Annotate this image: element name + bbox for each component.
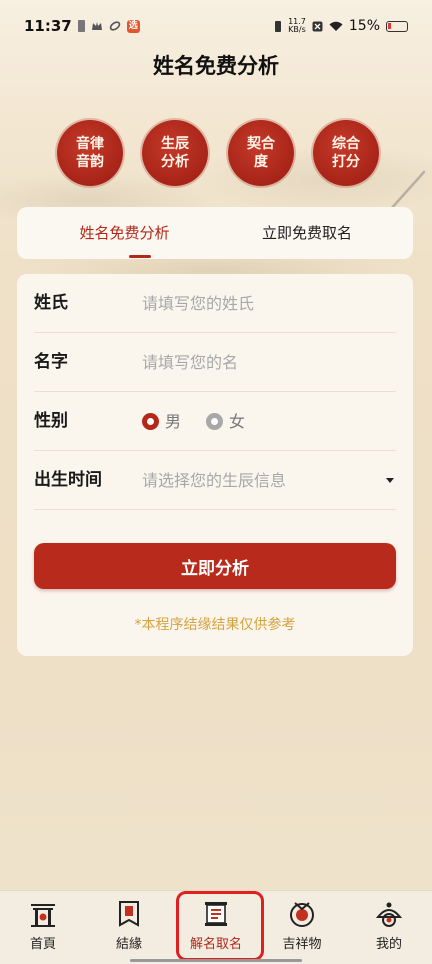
app-notification-icon: 选 [126, 19, 140, 33]
tab-bar: 姓名免费分析 立即免费取名 [17, 207, 413, 259]
sim-icon [77, 20, 85, 32]
tab-name-analysis[interactable]: 姓名免费分析 [47, 207, 202, 259]
net-speed: 11.7 KB/s [288, 18, 306, 34]
nav-item-mascot[interactable]: 吉祥物 [259, 891, 345, 964]
name-input[interactable] [142, 347, 382, 377]
nav-label-bond: 結緣 [115, 937, 142, 952]
status-time: 11:37 [24, 17, 72, 35]
crown-icon [91, 22, 102, 30]
nav-label-home: 首頁 [29, 937, 56, 952]
vibrate-icon [275, 20, 282, 32]
seal-sound: 音律音韵 [57, 120, 123, 186]
analysis-form: 姓氏 名字 性别 男 女 出生时间 立即分析 *本程序结缘结果仅供参考 [17, 274, 413, 656]
active-nav-highlight [176, 891, 264, 961]
birth-label: 出生时间 [34, 470, 102, 490]
gate-icon [31, 904, 55, 927]
feature-seals: 音律音韵 生辰分析 契合度 综合打分 [0, 120, 432, 190]
seal-birth: 生辰分析 [142, 120, 208, 186]
coin-icon [290, 902, 314, 927]
status-right: 11.7 KB/s 15% [274, 18, 408, 34]
nav-label-mascot: 吉祥物 [282, 937, 322, 952]
gender-male-option[interactable]: 男 [142, 392, 181, 451]
tab-free-naming[interactable]: 立即免费取名 [227, 207, 387, 259]
wifi-icon [329, 21, 343, 31]
name-row: 名字 [34, 333, 396, 392]
nav-item-home[interactable]: 首頁 [0, 891, 86, 964]
name-label: 名字 [34, 352, 68, 372]
seal-match: 契合度 [228, 120, 294, 186]
gender-label: 性别 [34, 411, 68, 431]
dropdown-arrow-icon [386, 478, 394, 483]
banner-icon [119, 901, 139, 927]
birth-row[interactable]: 出生时间 [34, 451, 396, 510]
leaf-icon [109, 21, 120, 31]
female-radio-icon [206, 413, 223, 430]
active-tab-indicator [129, 255, 151, 258]
nav-label-profile: 我的 [375, 937, 402, 952]
gender-female-label: 女 [229, 412, 246, 431]
status-bar: 11:37 选 11.7 KB/s 15% [0, 0, 432, 52]
battery-percent: 15% [348, 18, 380, 34]
seal-score: 综合打分 [313, 120, 379, 186]
net-speed-unit: KB/s [288, 25, 306, 34]
analyze-button[interactable]: 立即分析 [34, 543, 396, 589]
surname-label: 姓氏 [34, 293, 68, 313]
no-sim-icon [312, 21, 323, 31]
home-indicator [130, 959, 302, 962]
status-left: 11:37 选 [24, 17, 140, 35]
gender-row: 性别 男 女 [34, 392, 396, 451]
battery-icon [386, 20, 408, 32]
gender-male-label: 男 [165, 412, 182, 431]
page-title: 姓名免费分析 [153, 54, 279, 78]
male-radio-icon [142, 413, 159, 430]
nav-item-bond[interactable]: 結緣 [86, 891, 172, 964]
profile-icon [375, 902, 403, 927]
surname-row: 姓氏 [34, 274, 396, 333]
gender-female-option[interactable]: 女 [206, 392, 245, 451]
disclaimer-text: *本程序结缘结果仅供参考 [134, 617, 296, 633]
surname-input[interactable] [142, 288, 382, 318]
nav-item-profile[interactable]: 我的 [346, 891, 432, 964]
birth-select[interactable] [142, 465, 382, 495]
